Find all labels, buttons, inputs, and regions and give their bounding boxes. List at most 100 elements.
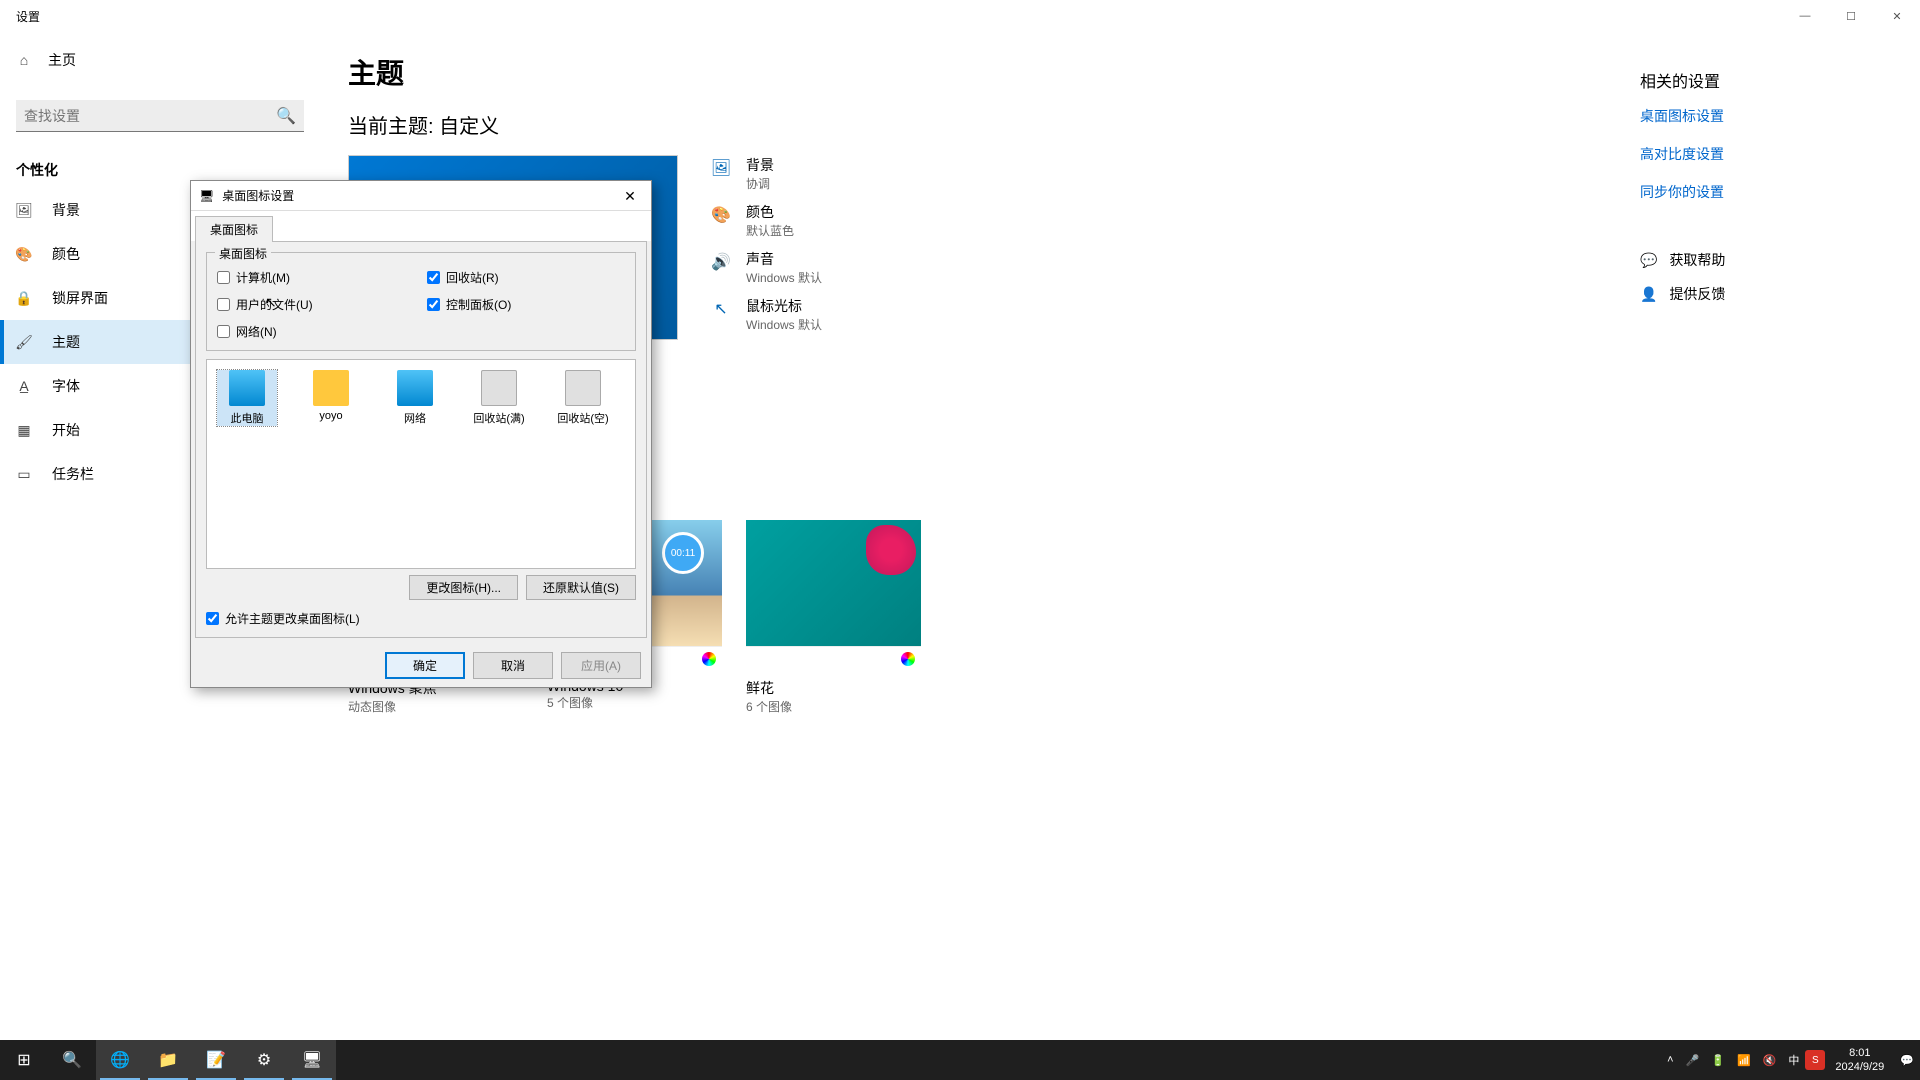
check-controlpanel[interactable]: 控制面板(O) — [427, 296, 625, 313]
tray-chevron[interactable]: ˄ — [1661, 1054, 1679, 1066]
check-label: 计算机(M) — [236, 269, 290, 286]
check-label: 网络(N) — [236, 323, 277, 340]
link-high-contrast[interactable]: 高对比度设置 — [1640, 144, 1880, 164]
close-icon: ✕ — [1892, 10, 1901, 23]
bin-full-icon — [481, 370, 517, 406]
minimize-icon: — — [1800, 10, 1811, 22]
check-userfiles[interactable]: 用户的文件(U) — [217, 296, 415, 313]
home-button[interactable]: ⌂ 主页 — [0, 40, 320, 80]
folder-icon: 📁 — [158, 1050, 178, 1070]
icon-checkboxes-group: 桌面图标 计算机(M) 回收站(R) 用户的文件(U) 控制面板(O) 网络(N… — [206, 252, 636, 351]
taskbar-chrome[interactable]: 🌐 — [96, 1040, 144, 1080]
prop-label: 声音 — [746, 249, 822, 269]
maximize-icon: ☐ — [1846, 10, 1856, 23]
tray-mic-icon[interactable]: 🎤 — [1680, 1054, 1706, 1067]
dialog-titlebar[interactable]: 🖥 桌面图标设置 ✕ — [191, 181, 651, 211]
prop-label: 鼠标光标 — [746, 296, 822, 316]
icon-label: 回收站(空) — [557, 410, 608, 426]
search-button[interactable]: 🔍 — [48, 1040, 96, 1080]
taskbar-app[interactable]: 🖥 — [288, 1040, 336, 1080]
start-button[interactable]: ⊞ — [0, 1040, 48, 1080]
gear-icon: ⚙ — [257, 1050, 271, 1070]
check-computer[interactable]: 计算机(M) — [217, 269, 415, 286]
cursor-icon: ↖ — [710, 298, 732, 320]
checkbox-input[interactable] — [217, 298, 230, 311]
link-sync[interactable]: 同步你的设置 — [1640, 182, 1880, 202]
tray-wifi-icon[interactable]: 📶 — [1731, 1054, 1757, 1067]
checkbox-input[interactable] — [217, 271, 230, 284]
close-button[interactable]: ✕ — [1874, 0, 1920, 32]
taskbar-notepad[interactable]: 📝 — [192, 1040, 240, 1080]
dialog-close-button[interactable]: ✕ — [609, 181, 651, 211]
check-label: 用户的文件(U) — [236, 296, 313, 313]
cancel-button[interactable]: 取消 — [473, 652, 553, 679]
maximize-button[interactable]: ☐ — [1828, 0, 1874, 32]
tray-battery-icon[interactable]: 🔋 — [1705, 1054, 1731, 1067]
restore-defaults-button[interactable]: 还原默认值(S) — [526, 575, 636, 600]
feedback-icon: 👤 — [1640, 286, 1657, 303]
theme-desc: 5 个图像 — [547, 694, 722, 711]
tray-notifications[interactable]: 💬 — [1894, 1054, 1920, 1067]
nav-label: 锁屏界面 — [52, 288, 108, 308]
taskbar-icon: ▭ — [16, 466, 32, 482]
checkbox-input[interactable] — [206, 612, 219, 625]
computer-icon — [229, 370, 265, 406]
apply-button[interactable]: 应用(A) — [561, 652, 641, 679]
tab-desktop-icons[interactable]: 桌面图标 — [195, 216, 273, 242]
image-icon: 🖼 — [710, 157, 732, 179]
checkbox-input[interactable] — [217, 325, 230, 338]
prop-background[interactable]: 🖼 背景协调 — [710, 155, 822, 192]
tray-time: 8:01 — [1835, 1046, 1884, 1060]
minimize-button[interactable]: — — [1782, 0, 1828, 32]
tray-clock[interactable]: 8:01 2024/9/29 — [1825, 1046, 1894, 1075]
checkbox-input[interactable] — [427, 271, 440, 284]
icon-preview-list[interactable]: 此电脑 yoyo 网络 回收站(满) 回收站(空) — [206, 359, 636, 569]
help-label: 获取帮助 — [1669, 250, 1725, 270]
theme-card-flowers[interactable]: 鲜花 6 个图像 — [746, 520, 921, 715]
tray-ime[interactable]: 中 — [1782, 1052, 1805, 1068]
prop-sound[interactable]: 🔊 声音Windows 默认 — [710, 249, 822, 286]
checkbox-input[interactable] — [427, 298, 440, 311]
change-icon-button[interactable]: 更改图标(H)... — [409, 575, 518, 600]
nav-label: 开始 — [52, 420, 80, 440]
ok-button[interactable]: 确定 — [385, 652, 465, 679]
search-box[interactable]: 🔍 — [16, 100, 304, 132]
timer-badge: 00:11 — [662, 532, 704, 574]
tray-volume-icon[interactable]: 🔇 — [1757, 1054, 1783, 1067]
help-icon: 💬 — [1640, 252, 1657, 269]
prop-value: Windows 默认 — [746, 316, 822, 333]
picture-icon: 🖼 — [16, 202, 32, 218]
color-icon: 🎨 — [710, 204, 732, 226]
home-label: 主页 — [48, 50, 76, 70]
taskbar-explorer[interactable]: 📁 — [144, 1040, 192, 1080]
link-desktop-icons[interactable]: 桌面图标设置 — [1640, 106, 1880, 126]
icon-recyclebin-full[interactable]: 回收站(满) — [469, 370, 529, 426]
prop-cursor[interactable]: ↖ 鼠标光标Windows 默认 — [710, 296, 822, 333]
icon-thispc[interactable]: 此电脑 — [217, 370, 277, 426]
right-panel: 相关的设置 桌面图标设置 高对比度设置 同步你的设置 💬 获取帮助 👤 提供反馈 — [1640, 68, 1880, 318]
allow-theme-change[interactable]: 允许主题更改桌面图标(L) — [206, 610, 636, 627]
feedback-label: 提供反馈 — [1669, 284, 1725, 304]
color-dot-icon — [901, 652, 915, 666]
windows-icon: ⊞ — [17, 1050, 30, 1070]
taskbar: ⊞ 🔍 🌐 📁 📝 ⚙ 🖥 ˄ 🎤 🔋 📶 🔇 中 S 8:01 2024/9/… — [0, 1040, 1920, 1080]
check-label: 回收站(R) — [446, 269, 499, 286]
notepad-icon: 📝 — [206, 1050, 226, 1070]
group-label: 桌面图标 — [215, 245, 271, 262]
help-link[interactable]: 💬 获取帮助 — [1640, 250, 1880, 270]
feedback-link[interactable]: 👤 提供反馈 — [1640, 284, 1880, 304]
check-network[interactable]: 网络(N) — [217, 323, 415, 340]
taskbar-settings[interactable]: ⚙ — [240, 1040, 288, 1080]
prop-color[interactable]: 🎨 颜色默认蓝色 — [710, 202, 822, 239]
network-icon — [397, 370, 433, 406]
icon-network[interactable]: 网络 — [385, 370, 445, 426]
search-input[interactable] — [24, 108, 276, 124]
tray-ime-brand[interactable]: S — [1805, 1050, 1825, 1070]
desktop-icon-dialog: 🖥 桌面图标设置 ✕ 桌面图标 桌面图标 计算机(M) 回收站(R) 用户的文件… — [190, 180, 652, 688]
color-dot-icon — [702, 652, 716, 666]
check-recyclebin[interactable]: 回收站(R) — [427, 269, 625, 286]
icon-user[interactable]: yoyo — [301, 370, 361, 422]
related-title: 相关的设置 — [1640, 68, 1880, 92]
icon-recyclebin-empty[interactable]: 回收站(空) — [553, 370, 613, 426]
window-title: 设置 — [16, 8, 40, 25]
